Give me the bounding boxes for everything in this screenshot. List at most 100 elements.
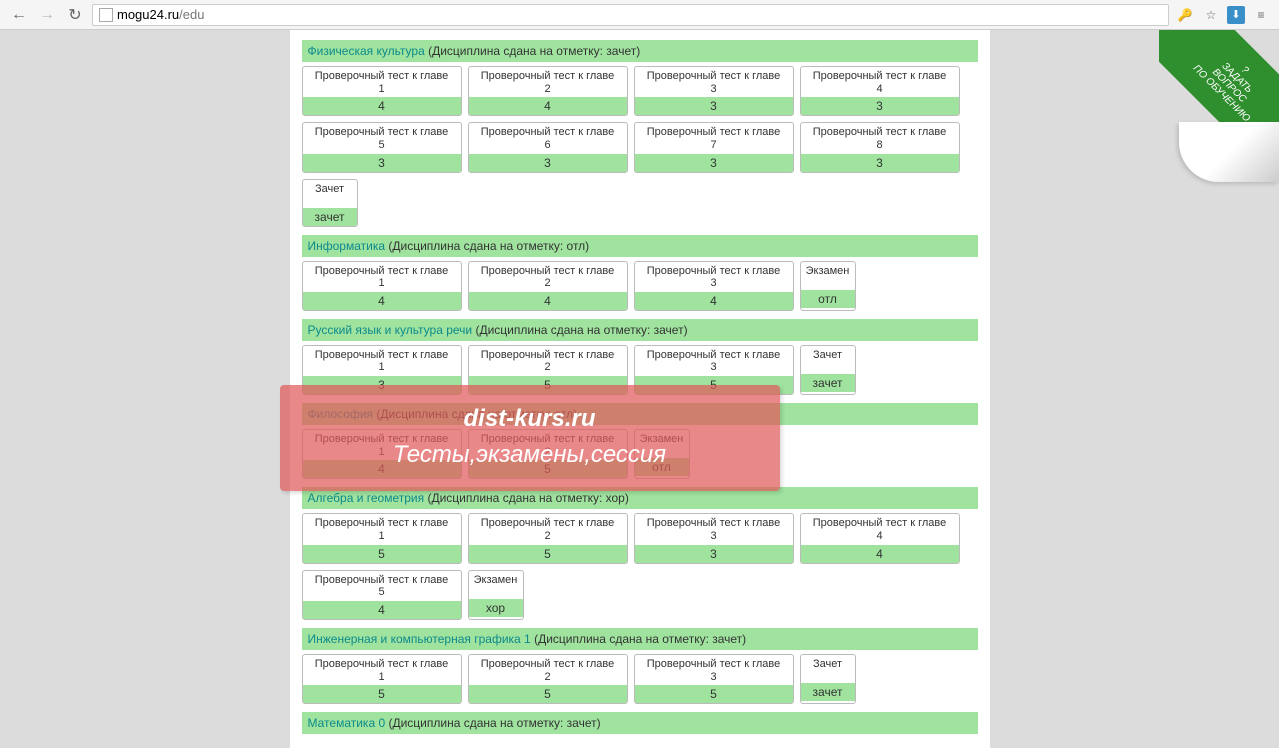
test-score: 4 [303, 601, 461, 619]
test-title: Проверочный тест к главе1 [303, 67, 461, 95]
test-title: Проверочный тест к главе2 [469, 346, 627, 374]
test-card[interactable]: Проверочный тест к главе13 [302, 345, 462, 395]
test-title: Проверочный тест к главе3 [635, 655, 793, 683]
zachet-label: Зачет [801, 346, 855, 372]
test-title: Проверочный тест к главе6 [469, 123, 627, 151]
test-card[interactable]: Проверочный тест к главе14 [302, 429, 462, 479]
subject-status: (Дисциплина сдана на отметку: зачет) [475, 323, 687, 337]
subject-link[interactable]: Русский язык и культура речи [308, 323, 473, 337]
address-bar[interactable]: mogu24.ru/edu [92, 4, 1169, 26]
test-title: Проверочный тест к главе1 [303, 346, 461, 374]
forward-button[interactable]: → [36, 4, 58, 26]
subject-link[interactable]: Философия [308, 407, 374, 421]
zachet-card[interactable]: Зачет зачет [800, 345, 856, 395]
test-card[interactable]: Проверочный тест к главе25 [468, 654, 628, 704]
test-score: 4 [801, 545, 959, 563]
exam-label: Экзамен [801, 262, 855, 288]
test-card[interactable]: Проверочный тест к главе1 4 [302, 261, 462, 311]
subject-header: Алгебра и геометрия (Дисциплина сдана на… [302, 487, 978, 509]
test-title: Проверочный тест к главе2 [469, 514, 627, 542]
test-card[interactable]: Проверочный тест к главе24 [468, 261, 628, 311]
test-score: 5 [303, 545, 461, 563]
test-score: 5 [469, 460, 627, 478]
main-content: Физическая культура (Дисциплина сдана на… [290, 30, 990, 748]
test-card[interactable]: Проверочный тест к главе1 5 [302, 513, 462, 563]
test-card[interactable]: Проверочный тест к главе35 [634, 345, 794, 395]
grade-value: зачет [801, 374, 855, 392]
bookmark-icon[interactable]: ☆ [1201, 5, 1221, 25]
zachet-label: Зачет [303, 180, 357, 206]
page-curl-decoration [1179, 122, 1279, 182]
test-title: Проверочный тест к главе3 [635, 67, 793, 95]
test-score: 4 [303, 460, 461, 478]
test-score: 4 [635, 292, 793, 310]
test-card[interactable]: Проверочный тест к главе54 [302, 570, 462, 620]
test-title: Проверочный тест к главе2 [469, 67, 627, 95]
grade-value: хор [469, 599, 523, 617]
subject-link[interactable]: Алгебра и геометрия [308, 491, 425, 505]
test-card[interactable]: Проверочный тест к главе43 [800, 66, 960, 116]
test-score: 4 [469, 97, 627, 115]
test-card[interactable]: Проверочный тест к главе53 [302, 122, 462, 172]
test-title: Проверочный тест к главе7 [635, 123, 793, 151]
test-title: Проверочный тест к главе4 [801, 514, 959, 542]
download-icon[interactable]: ⬇ [1227, 6, 1245, 24]
test-card[interactable]: Проверочный тест к главе25 [468, 345, 628, 395]
tests-row: Проверочный тест к главе15Проверочный те… [302, 513, 978, 620]
test-title: Проверочный тест к главе2 [469, 262, 627, 290]
subject-link[interactable]: Инженерная и компьютерная графика 1 [308, 632, 531, 646]
subject-status: (Дисциплина сдана на отметку: хор) [427, 491, 628, 505]
test-score: 3 [635, 545, 793, 563]
url-path: /edu [179, 7, 204, 22]
subject-status: (Дисциплина сдана на отметку: зачет) [534, 632, 746, 646]
exam-card[interactable]: Экзаменотл [634, 429, 690, 479]
url-domain: mogu24.ru [117, 7, 179, 22]
subject-link[interactable]: Информатика [308, 239, 386, 253]
tests-row: Проверочный тест к главе15Проверочный те… [302, 654, 978, 704]
test-score: 3 [801, 154, 959, 172]
subject-status: (Дисциплина сдана на отметку: отл) [376, 407, 577, 421]
exam-card[interactable]: Экзаменхор [468, 570, 524, 620]
test-score: 3 [469, 154, 627, 172]
test-card[interactable]: Проверочный тест к главе15 [302, 654, 462, 704]
zachet-card[interactable]: Зачетзачет [800, 654, 856, 704]
test-score: 5 [469, 545, 627, 563]
test-card[interactable]: Проверочный тест к главе6 3 [468, 122, 628, 172]
test-score: 5 [635, 685, 793, 703]
test-title: Проверочный тест к главе1 [303, 262, 461, 290]
test-title: Проверочный тест к главе5 [303, 123, 461, 151]
test-score: 5 [303, 685, 461, 703]
test-card[interactable]: Проверочный тест к главе83 [800, 122, 960, 172]
tests-row: Проверочный тест к главе14Проверочный те… [302, 429, 978, 479]
subject-link[interactable]: Математика 0 [308, 716, 386, 730]
exam-card[interactable]: Экзамен отл [800, 261, 856, 311]
subject-status: (Дисциплина сдана на отметку: зачет) [428, 44, 640, 58]
subject-header: Физическая культура (Дисциплина сдана на… [302, 40, 978, 62]
test-card[interactable]: Проверочный тест к главе2 5 [468, 513, 628, 563]
test-card[interactable]: Проверочный тест к главе3 3 [634, 513, 794, 563]
test-card[interactable]: Проверочный тест к главе4 4 [800, 513, 960, 563]
test-card[interactable]: Проверочный тест к главе25 [468, 429, 628, 479]
test-score: 4 [303, 292, 461, 310]
subject-header: Русский язык и культура речи (Дисциплина… [302, 319, 978, 341]
reload-button[interactable]: ↻ [64, 4, 86, 26]
menu-icon[interactable]: ≡ [1251, 5, 1271, 25]
subject-link[interactable]: Физическая культура [308, 44, 425, 58]
test-card[interactable]: Проверочный тест к главе33 [634, 66, 794, 116]
tests-row: Проверочный тест к главе13Проверочный те… [302, 345, 978, 395]
key-icon[interactable]: 🔑 [1175, 5, 1195, 25]
test-card[interactable]: Проверочный тест к главе14 [302, 66, 462, 116]
grade-value: отл [801, 290, 855, 308]
tests-row: Проверочный тест к главе14Проверочный те… [302, 261, 978, 311]
exam-label: Экзамен [635, 430, 689, 456]
test-card[interactable]: Проверочный тест к главе3 5 [634, 654, 794, 704]
subject-header: Инженерная и компьютерная графика 1 (Дис… [302, 628, 978, 650]
test-title: Проверочный тест к главе3 [635, 514, 793, 542]
test-card[interactable]: Проверочный тест к главе73 [634, 122, 794, 172]
test-card[interactable]: Проверочный тест к главе2 4 [468, 66, 628, 116]
back-button[interactable]: ← [8, 4, 30, 26]
test-title: Проверочный тест к главе1 [303, 514, 461, 542]
zachet-card[interactable]: Зачетзачет [302, 179, 358, 227]
page-icon [99, 8, 113, 22]
test-card[interactable]: Проверочный тест к главе34 [634, 261, 794, 311]
